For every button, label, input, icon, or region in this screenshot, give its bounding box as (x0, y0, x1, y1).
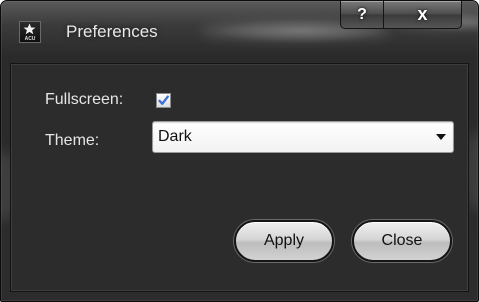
fullscreen-label: Fullscreen: (45, 91, 124, 108)
window-close-button[interactable]: x (383, 1, 462, 29)
help-icon: ? (357, 5, 367, 23)
close-icon: x (417, 4, 428, 24)
apply-button[interactable]: Apply (234, 220, 334, 262)
dialog-content: Fullscreen: Theme: Dark Apply Close (10, 63, 469, 292)
title-bar[interactable]: ACU Preferences ? x (1, 1, 478, 63)
close-button[interactable]: Close (352, 220, 452, 262)
theme-selected-value: Dark (158, 128, 192, 145)
help-button[interactable]: ? (340, 1, 384, 29)
checkmark-icon (158, 95, 169, 105)
window-title: Preferences (66, 22, 158, 41)
theme-label: Theme: (45, 132, 100, 149)
app-icon-label: ACU (24, 36, 36, 42)
dropdown-arrow-icon (436, 134, 446, 140)
fullscreen-checkbox[interactable] (156, 93, 171, 108)
preferences-dialog: ACU Preferences ? x Fullscreen: Theme: D… (0, 0, 479, 302)
star-icon (23, 23, 36, 35)
acu-logo-icon: ACU (19, 21, 41, 43)
theme-select[interactable]: Dark (152, 121, 454, 153)
